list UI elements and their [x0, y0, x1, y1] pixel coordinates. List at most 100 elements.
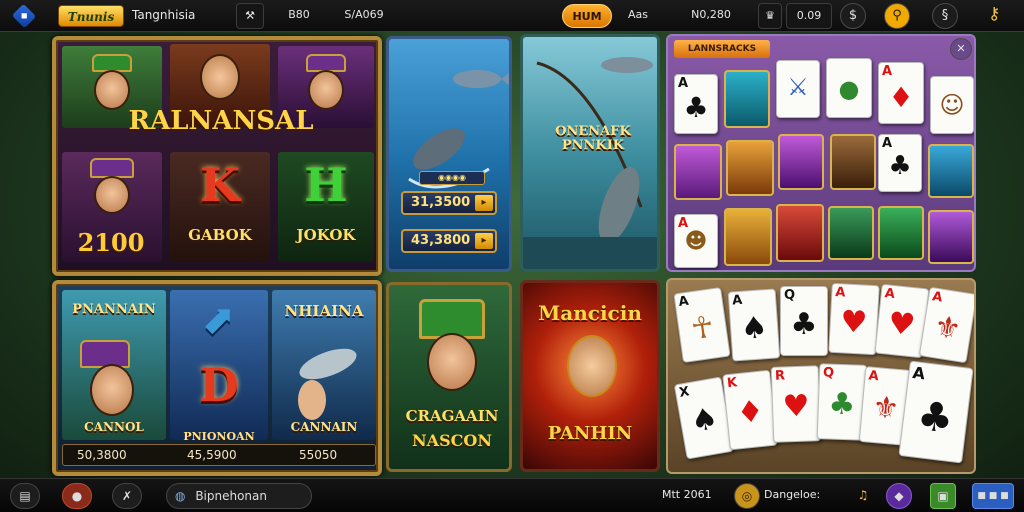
symbol-tile[interactable]	[726, 140, 774, 196]
tile-title-1: CRAGAAIN	[405, 407, 499, 425]
cash-icon[interactable]: $	[840, 3, 866, 29]
arrow-icon: ⬈	[202, 296, 236, 343]
value-3: 55050	[299, 448, 338, 462]
field-label: Aas	[628, 8, 648, 21]
fishing-game-tile-2[interactable]: ONENAFK PNNKIK	[520, 34, 660, 272]
symbol-tile[interactable]	[830, 134, 876, 190]
symbol-tile[interactable]	[724, 70, 770, 128]
stat-two: S/A069	[344, 8, 384, 21]
amount-1: 31,3500	[411, 195, 471, 210]
gem-icon[interactable]: ◆	[886, 483, 912, 509]
playing-card[interactable]: A ♣	[674, 74, 718, 134]
playing-card[interactable]: A ☻	[674, 214, 718, 268]
book-icon[interactable]: ▤	[10, 483, 40, 509]
symbol-tile[interactable]	[928, 144, 974, 198]
app-logo[interactable]: Tnunis	[58, 5, 124, 27]
reel-title: PNANNAIN	[72, 302, 156, 317]
slot-game-tile-second[interactable]: PNANNAIN ⬈ D NHIAINA CANNOL PNIONOAN CAN…	[52, 280, 382, 476]
app-name: Tangnhisia	[132, 8, 196, 22]
counter-value: 0.09	[786, 3, 832, 29]
playing-card[interactable]: K ♦	[722, 369, 778, 451]
x-icon[interactable]: ✗	[112, 483, 142, 509]
add-icon[interactable]: ▸	[475, 195, 493, 211]
letter-k: K	[200, 158, 240, 212]
value-1: 50,3800	[77, 448, 127, 462]
crown-icon[interactable]: ♛	[758, 3, 782, 29]
meta-text: Mtt 2061	[662, 488, 712, 501]
search-field[interactable]: ◍ Bipnehonan	[166, 483, 312, 509]
playing-card[interactable]: Q ♣	[780, 286, 828, 356]
amount-box-1: 31,3500 ▸	[401, 191, 497, 215]
add-icon[interactable]: ▸	[475, 233, 493, 249]
playing-card[interactable]: A ♥	[828, 282, 880, 356]
playing-card[interactable]: A ♠	[727, 288, 781, 362]
amount-box-2: 43,3800 ▸	[401, 229, 497, 253]
reel-right: NHIAINA	[272, 290, 376, 440]
close-icon[interactable]: ✕	[950, 38, 972, 60]
fishing-title: ONENAFK PNNKIK	[555, 124, 631, 153]
amount-2: 43,3800	[411, 233, 471, 248]
reel-left: PNANNAIN	[62, 290, 166, 440]
reel-k: K GABOK	[170, 152, 270, 262]
hero-title: Mancicin	[538, 301, 642, 325]
search-icon[interactable]: ⚲	[884, 3, 910, 29]
stat-one: B80	[288, 8, 310, 21]
leprechaun-game-tile[interactable]: CRAGAAIN NASCON	[386, 282, 512, 472]
coins-icon[interactable]: ●	[62, 483, 92, 509]
fishing-rod-illustration	[523, 57, 657, 269]
playing-card[interactable]: ⚔	[776, 60, 820, 118]
reel-k-label: GABOK	[188, 226, 252, 244]
dollar-icon[interactable]: §	[932, 3, 958, 29]
reel-label-1: CANNOL	[84, 420, 144, 434]
slot-title: RALNANSAL	[128, 106, 314, 136]
key-icon[interactable]: ⚷	[988, 4, 1000, 24]
value-2: 45,5900	[187, 448, 237, 462]
coin-label: Dangeloe:	[764, 488, 821, 501]
symbol-tile[interactable]	[828, 206, 874, 260]
symbol-tile[interactable]	[674, 144, 722, 200]
value-strip: 50,3800 45,5900 55050	[62, 444, 376, 466]
playing-card[interactable]: A ♣	[878, 134, 922, 192]
reel-middle: ⬈ D	[170, 290, 268, 440]
symbol-tile[interactable]	[776, 204, 824, 262]
top-bar: ◆ Tnunis Tangnhisia ⚒ B80 S/A069 HUM Aas…	[0, 0, 1024, 32]
playing-card[interactable]: A ♦	[878, 62, 924, 124]
hum-button[interactable]: HUM	[562, 4, 612, 28]
search-text: Bipnehonan	[195, 489, 267, 503]
hero-game-tile[interactable]: Mancicin PANHIN	[520, 280, 660, 472]
playing-card[interactable]: ☺	[930, 76, 974, 134]
reel-h-label: JOKOK	[296, 226, 356, 244]
playing-card[interactable]: A ☥	[673, 287, 731, 363]
bell-icon[interactable]: ♫	[852, 483, 874, 509]
letter-h: H	[304, 158, 348, 212]
playing-card[interactable]: R ♥	[770, 365, 822, 443]
fishing-game-tile[interactable]: ◉◉◉◉ 31,3500 ▸ 43,3800 ▸	[386, 36, 512, 272]
playing-card[interactable]: A ⚜	[918, 286, 974, 364]
letter-d: D	[199, 358, 239, 412]
reel-header: NHIAINA	[284, 302, 364, 320]
slot-game-tile-main[interactable]: RALNANSAL 2100 K GABOK H JOKOK	[52, 36, 382, 276]
fish-illustration	[298, 348, 357, 420]
bottom-bar: ▤ ● ✗ ◍ Bipnehonan Mtt 2061 ◎ Dangeloe: …	[0, 478, 1024, 512]
action-button[interactable]: ■ ■ ■	[972, 483, 1014, 509]
jackpot-amount: 2100	[77, 228, 145, 257]
balance-value: N0,280	[691, 8, 731, 21]
card-spread-tile[interactable]: A ☥ A ♠ Q ♣ A ♥ A ♥ A ⚜ X ♠ K ♦ R ♥ Q ♣ …	[666, 278, 976, 474]
reel-h: H JOKOK	[278, 152, 374, 262]
symbol-tile[interactable]	[724, 208, 772, 266]
coin-icon[interactable]: ◎	[734, 483, 760, 509]
playing-card[interactable]: A ♣	[898, 360, 974, 464]
symbol-tile[interactable]	[778, 134, 824, 190]
symbol-tile[interactable]	[878, 206, 924, 260]
playing-card[interactable]: ●	[826, 58, 872, 118]
crossed-tools-icon[interactable]: ⚒	[236, 3, 264, 29]
tile-header: LANNSRACKS	[674, 40, 770, 58]
symbol-tile[interactable]	[928, 210, 974, 264]
gift-icon[interactable]: ▣	[930, 483, 956, 509]
reel-label-2: PNIONOAN	[183, 430, 255, 443]
tile-title-2: NASCON	[412, 431, 492, 450]
hero-banner: PANHIN	[547, 423, 633, 444]
card-grid-tile[interactable]: LANNSRACKS ✕ A ♣ ⚔ ● A ♦ ☺ A ♣ A ☻	[666, 34, 976, 272]
diamond-menu-icon[interactable]: ◆	[11, 3, 37, 29]
globe-icon: ◍	[175, 489, 186, 503]
